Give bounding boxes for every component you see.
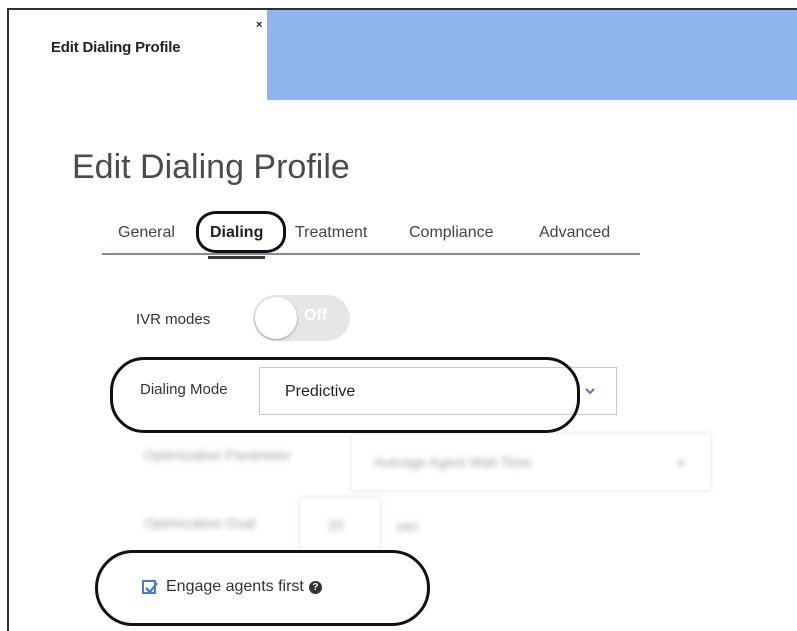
optimization-parameter-value: Average Agent Wait Time bbox=[374, 454, 532, 470]
tab-label: Edit Dialing Profile bbox=[51, 39, 181, 56]
optimization-goal-value: 20 bbox=[328, 517, 344, 533]
tab-bar: Edit Dialing Profile × bbox=[9, 10, 797, 100]
ivr-modes-label: IVR modes bbox=[136, 311, 211, 328]
help-icon[interactable]: ? bbox=[308, 580, 322, 594]
close-icon[interactable]: × bbox=[256, 19, 262, 31]
optimization-parameter-select[interactable]: Average Agent Wait Time ▾ bbox=[352, 434, 710, 490]
toggle-state-text: Off bbox=[304, 307, 328, 324]
ivr-modes-toggle[interactable]: Off bbox=[253, 295, 350, 341]
chevron-down-icon bbox=[585, 388, 595, 395]
dialing-mode-value: Predictive bbox=[285, 383, 356, 400]
page-title: Edit Dialing Profile bbox=[72, 148, 350, 186]
checkbox-checked-icon[interactable] bbox=[142, 580, 158, 594]
optimization-parameter-label: Optimization Parameter bbox=[144, 447, 292, 463]
dialing-mode-select[interactable]: Predictive bbox=[259, 367, 617, 415]
engage-agents-first-checkbox[interactable]: Engage agents first ? bbox=[142, 578, 322, 596]
chevron-down-icon: ▾ bbox=[677, 456, 684, 470]
subtab-bar: General Dialing Treatment Compliance Adv… bbox=[102, 212, 640, 259]
tab-compliance[interactable]: Compliance bbox=[409, 224, 493, 242]
optimization-goal-label: Optimization Goal bbox=[144, 515, 256, 531]
optimization-goal-input[interactable]: 20 bbox=[300, 498, 380, 550]
tab-dialing[interactable]: Dialing bbox=[207, 224, 266, 259]
tab-advanced[interactable]: Advanced bbox=[539, 224, 610, 242]
tab-treatment[interactable]: Treatment bbox=[295, 224, 367, 242]
tab-edit-dialing-profile[interactable]: Edit Dialing Profile × bbox=[9, 10, 267, 100]
tab-bar-fill bbox=[267, 10, 797, 100]
engage-agents-first-label: Engage agents first bbox=[166, 578, 304, 595]
optimization-goal-unit: sec bbox=[397, 518, 419, 534]
window-frame: Edit Dialing Profile × bbox=[7, 8, 797, 631]
tab-general[interactable]: General bbox=[118, 224, 175, 242]
toggle-knob bbox=[255, 297, 297, 339]
dialing-mode-label: Dialing Mode bbox=[140, 381, 228, 398]
